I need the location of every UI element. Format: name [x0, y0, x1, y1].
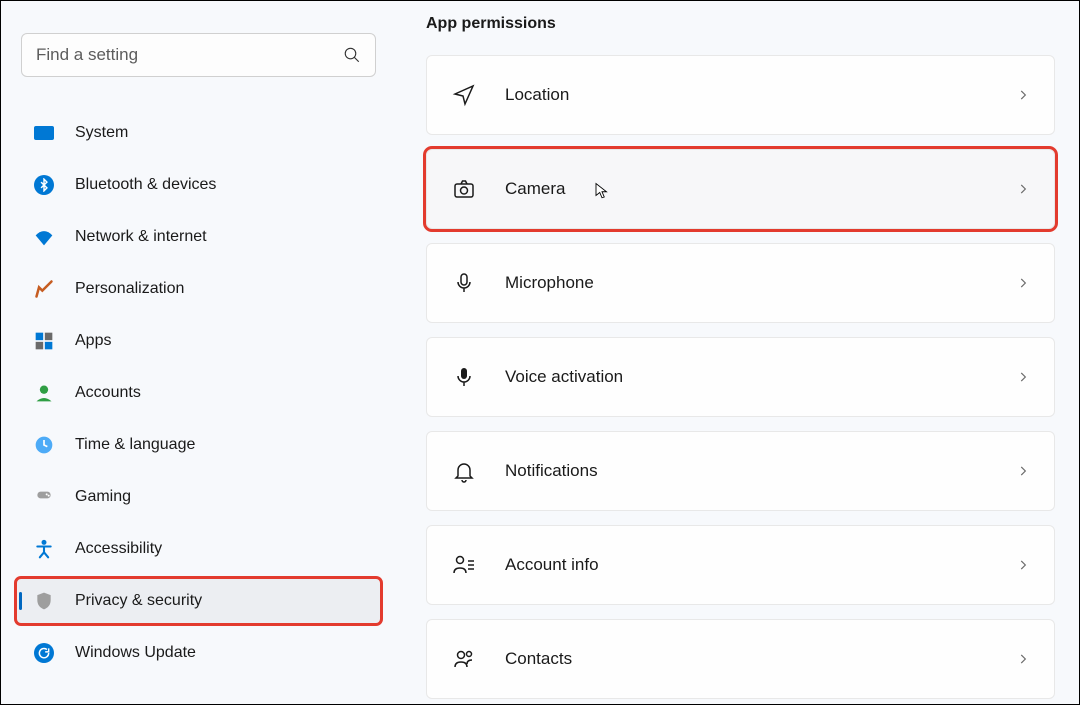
network-icon: [33, 226, 55, 248]
permission-microphone[interactable]: Microphone: [426, 243, 1055, 323]
sidebar-item-label: Accessibility: [75, 540, 162, 558]
sidebar-item-label: Network & internet: [75, 228, 207, 246]
main-content: App permissions Location Camera Micropho…: [396, 1, 1079, 704]
chevron-right-icon: [1016, 370, 1030, 384]
permission-notifications[interactable]: Notifications: [426, 431, 1055, 511]
personalization-icon: [33, 278, 55, 300]
sidebar-item-label: Bluetooth & devices: [75, 176, 216, 194]
location-icon: [451, 82, 477, 108]
sidebar-item-time[interactable]: Time & language: [17, 423, 380, 467]
sidebar-item-label: Privacy & security: [75, 592, 202, 610]
permission-camera[interactable]: Camera: [426, 149, 1055, 229]
accounts-icon: [33, 382, 55, 404]
permission-label: Contacts: [505, 649, 1016, 669]
permission-contacts[interactable]: Contacts: [426, 619, 1055, 699]
bluetooth-icon: [33, 174, 55, 196]
search-icon: [343, 46, 361, 64]
sidebar-item-bluetooth[interactable]: Bluetooth & devices: [17, 163, 380, 207]
sidebar-item-privacy[interactable]: Privacy & security: [17, 579, 380, 623]
sidebar-item-label: Accounts: [75, 384, 141, 402]
sidebar-item-update[interactable]: Windows Update: [17, 631, 380, 675]
sidebar-item-label: Gaming: [75, 488, 131, 506]
sidebar-item-network[interactable]: Network & internet: [17, 215, 380, 259]
sidebar-item-label: Personalization: [75, 280, 184, 298]
permission-voice[interactable]: Voice activation: [426, 337, 1055, 417]
sidebar-item-accessibility[interactable]: Accessibility: [17, 527, 380, 571]
sidebar-item-label: Apps: [75, 332, 111, 350]
chevron-right-icon: [1016, 88, 1030, 102]
camera-icon: [451, 176, 477, 202]
chevron-right-icon: [1016, 464, 1030, 478]
contacts-icon: [451, 646, 477, 672]
shield-icon: [33, 590, 55, 612]
chevron-right-icon: [1016, 558, 1030, 572]
permission-label: Notifications: [505, 461, 1016, 481]
permission-label: Voice activation: [505, 367, 1016, 387]
app-permissions-title: App permissions: [426, 15, 1055, 33]
update-icon: [33, 642, 55, 664]
time-icon: [33, 434, 55, 456]
voice-icon: [451, 364, 477, 390]
sidebar-item-label: Time & language: [75, 436, 195, 454]
sidebar-item-accounts[interactable]: Accounts: [17, 371, 380, 415]
sidebar-item-system[interactable]: System: [17, 111, 380, 155]
search-placeholder: Find a setting: [36, 45, 343, 65]
chevron-right-icon: [1016, 182, 1030, 196]
permission-label: Microphone: [505, 273, 1016, 293]
system-icon: [33, 122, 55, 144]
notifications-icon: [451, 458, 477, 484]
sidebar-item-label: Windows Update: [75, 644, 196, 662]
permission-accountinfo[interactable]: Account info: [426, 525, 1055, 605]
accessibility-icon: [33, 538, 55, 560]
chevron-right-icon: [1016, 652, 1030, 666]
sidebar-item-label: System: [75, 124, 128, 142]
sidebar-item-apps[interactable]: Apps: [17, 319, 380, 363]
permission-label: Camera: [505, 179, 1016, 199]
permission-location[interactable]: Location: [426, 55, 1055, 135]
sidebar-item-gaming[interactable]: Gaming: [17, 475, 380, 519]
permission-label: Location: [505, 85, 1016, 105]
search-input[interactable]: Find a setting: [21, 33, 376, 77]
microphone-icon: [451, 270, 477, 296]
apps-icon: [33, 330, 55, 352]
permission-label: Account info: [505, 555, 1016, 575]
sidebar-nav: System Bluetooth & devices Network & int…: [11, 111, 386, 675]
chevron-right-icon: [1016, 276, 1030, 290]
accountinfo-icon: [451, 552, 477, 578]
permissions-list: Location Camera Microphone Voice activat…: [426, 55, 1055, 699]
sidebar: Find a setting System Bluetooth & device…: [1, 1, 396, 704]
sidebar-item-personalization[interactable]: Personalization: [17, 267, 380, 311]
gaming-icon: [33, 486, 55, 508]
